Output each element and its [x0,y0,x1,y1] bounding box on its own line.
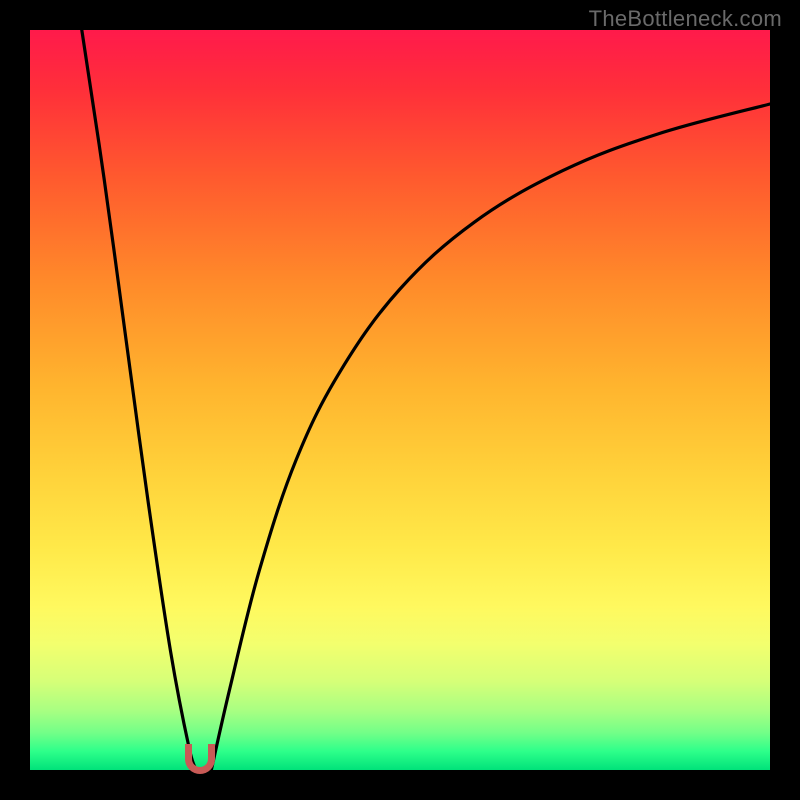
watermark-text: TheBottleneck.com [589,6,782,32]
curves-svg [30,30,770,770]
chart-frame: TheBottleneck.com [0,0,800,800]
plot-area [30,30,770,770]
curve-left-branch [82,30,197,770]
curve-right-branch [211,104,770,770]
